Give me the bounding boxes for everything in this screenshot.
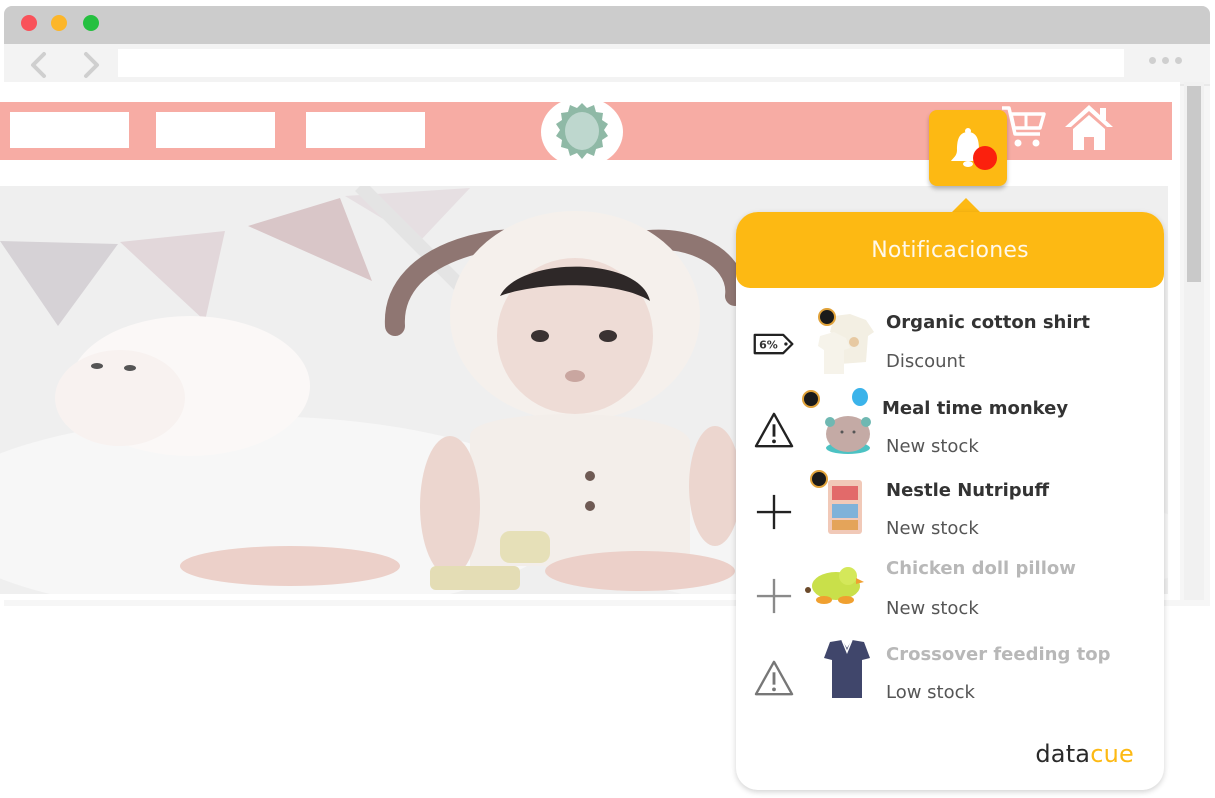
- cart-icon[interactable]: [1000, 104, 1048, 152]
- close-window-button[interactable]: [21, 15, 37, 31]
- datacue-brand-logo: datacue: [1035, 740, 1134, 768]
- product-thumbnail: [810, 470, 878, 540]
- chevron-right-icon: [84, 52, 99, 78]
- address-bar[interactable]: [118, 49, 1124, 77]
- product-name: Nestle Nutripuff: [886, 480, 1050, 501]
- nav-item-3[interactable]: [306, 112, 425, 148]
- brand-part-2: cue: [1090, 740, 1134, 768]
- maximize-window-button[interactable]: [83, 15, 99, 31]
- product-name: Crossover feeding top: [886, 644, 1111, 665]
- popup-title: Notificaciones: [871, 237, 1029, 263]
- notification-item[interactable]: Chicken doll pillow New stock: [736, 554, 1164, 634]
- home-icon[interactable]: [1062, 102, 1116, 152]
- notifications-bell-button[interactable]: [929, 110, 1007, 186]
- warning-icon: [750, 406, 798, 454]
- product-badge: [810, 470, 828, 488]
- discount-tag-text: 6%: [759, 339, 778, 352]
- popup-header: Notificaciones: [736, 212, 1164, 288]
- title-bar: [4, 6, 1210, 44]
- brand-part-1: data: [1035, 740, 1091, 768]
- notification-item[interactable]: Meal time monkey New stock: [736, 388, 1164, 468]
- product-badge-blue: [852, 388, 868, 406]
- product-name: Organic cotton shirt: [886, 312, 1091, 333]
- notification-item[interactable]: Nestle Nutripuff New stock: [736, 470, 1164, 552]
- plus-icon: [750, 572, 798, 620]
- notification-status: New stock: [886, 518, 979, 539]
- scrollbar-thumb[interactable]: [1187, 86, 1201, 282]
- minimize-window-button[interactable]: [51, 15, 67, 31]
- nav-item-1[interactable]: [10, 112, 129, 148]
- discount-tag-icon: 6%: [750, 320, 798, 368]
- product-name: Meal time monkey: [882, 398, 1069, 419]
- notification-item[interactable]: Crossover feeding top Low stock: [736, 638, 1164, 718]
- warning-icon: [750, 654, 798, 702]
- plus-icon: [750, 488, 798, 536]
- product-thumbnail: [816, 308, 878, 378]
- product-badge: [802, 390, 820, 408]
- forward-button[interactable]: [76, 50, 106, 80]
- product-thumbnail: [816, 638, 878, 704]
- product-badge: [818, 308, 836, 326]
- notification-status: Discount: [886, 351, 966, 372]
- back-button[interactable]: [24, 50, 54, 80]
- product-thumbnail: [802, 560, 868, 626]
- notification-status: New stock: [886, 598, 979, 619]
- notification-item[interactable]: 6% Organic cotton shirt Discount: [736, 304, 1164, 384]
- site-logo[interactable]: [541, 97, 623, 167]
- chevron-left-icon: [31, 52, 46, 78]
- nav-item-2[interactable]: [156, 112, 275, 148]
- badge-logo-icon: [556, 103, 608, 159]
- notification-status: Low stock: [886, 682, 975, 703]
- unread-badge: [973, 146, 997, 170]
- product-name: Chicken doll pillow: [886, 558, 1076, 579]
- notification-status: New stock: [886, 436, 979, 457]
- notifications-popup: Notificaciones 6% Organic cotton shirt D…: [736, 212, 1164, 790]
- more-dots-icon[interactable]: [1149, 57, 1189, 69]
- page-scrollbar[interactable]: [1184, 82, 1204, 600]
- browser-toolbar: [4, 44, 1210, 86]
- product-thumbnail: [802, 388, 878, 460]
